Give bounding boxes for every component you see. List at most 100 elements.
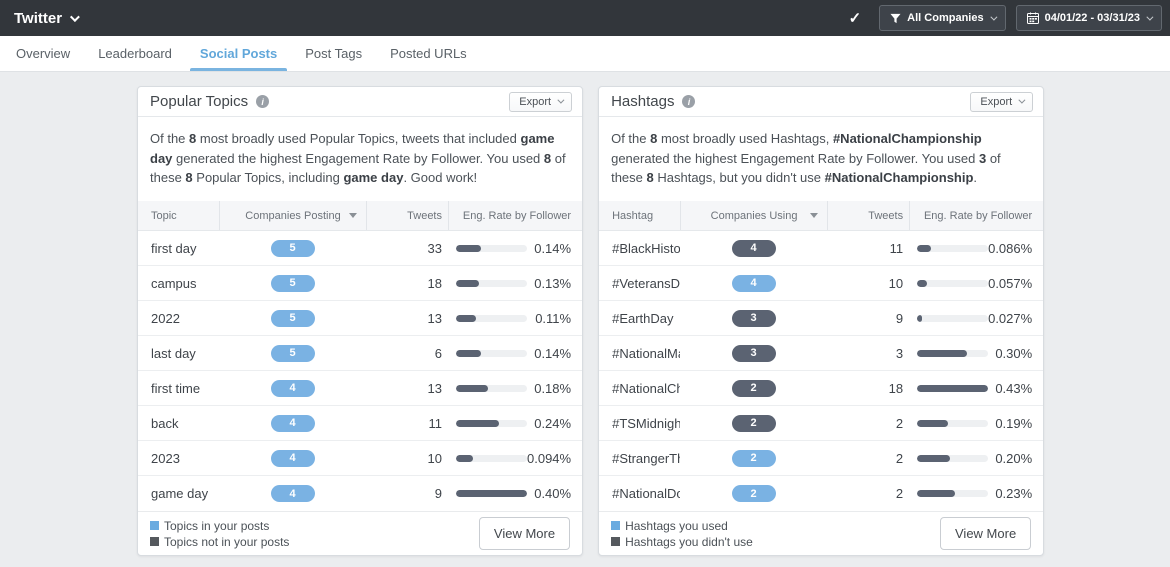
export-button[interactable]: Export	[509, 91, 573, 112]
eng-rate-bar	[917, 314, 989, 322]
chevron-down-icon	[1146, 13, 1154, 21]
column-header-tweets: Tweets	[366, 201, 448, 230]
row-label: #VeteransDay	[612, 275, 681, 291]
tab-label: Posted URLs	[390, 46, 467, 61]
eng-rate-value: 0.027%	[988, 310, 1033, 326]
eng-rate-value: 0.23%	[995, 486, 1033, 501]
check-icon[interactable]: ✓	[849, 9, 862, 27]
column-header-eng-rate: Eng. Rate by Follower	[909, 201, 1043, 230]
eng-rate-bar-fill	[456, 419, 499, 427]
row-label: 2023	[151, 450, 180, 466]
eng-rate-bar-fill	[456, 349, 481, 357]
table-row: #NationalMascotDay 3 3 0.30%	[599, 336, 1044, 371]
card-description: Of the 8 most broadly used Hashtags, #Na…	[611, 131, 1001, 185]
companies-count-pill: 2	[731, 449, 776, 467]
eng-rate-bar	[456, 279, 527, 287]
card-description: Of the 8 most broadly used Popular Topic…	[150, 131, 566, 185]
row-label: #NationalChampionship	[612, 380, 681, 396]
table-row: 2023 4 10 0.094%	[138, 441, 583, 476]
tab-label: Leaderboard	[98, 46, 172, 61]
column-header-topic: Topic	[151, 209, 177, 222]
companies-count-pill: 5	[270, 309, 315, 327]
card-title: Popular Topics	[150, 93, 249, 110]
tweets-count: 18	[427, 275, 442, 291]
row-label: #TSMidnighTS	[612, 415, 681, 431]
export-button[interactable]: Export	[970, 91, 1034, 112]
eng-rate-value: 0.20%	[995, 450, 1033, 466]
tweets-count: 18	[888, 380, 904, 396]
eng-rate-bar-fill	[917, 490, 956, 497]
eng-rate-bar-fill	[456, 490, 527, 497]
eng-rate-bar-fill	[917, 454, 951, 462]
main-content: Popular Topics i Export Of the 8 most br…	[0, 72, 1170, 567]
legend-swatch-dark	[150, 537, 159, 546]
eng-rate-bar	[456, 454, 527, 462]
export-label: Export	[519, 95, 552, 108]
tweets-count: 2	[895, 415, 904, 431]
chevron-down-icon	[70, 11, 80, 22]
eng-rate-bar-fill	[917, 384, 989, 392]
table-row: campus 5 18 0.13%	[138, 266, 583, 301]
tweets-count: 10	[427, 450, 442, 466]
eng-rate-bar	[456, 490, 527, 497]
tab-posted-urls[interactable]: Posted URLs	[376, 36, 481, 71]
info-icon[interactable]: i	[682, 95, 696, 108]
eng-rate-bar	[917, 419, 989, 427]
eng-rate-value: 0.057%	[988, 275, 1033, 291]
tweets-count: 3	[895, 345, 904, 361]
hashtags-table-body: #BlackHistoryMonth 4 11 0.086% #Veterans…	[599, 231, 1044, 511]
eng-rate-bar-fill	[917, 314, 922, 322]
tweets-count: 13	[427, 380, 442, 396]
table-row: #StrangerThings 2 2 0.20%	[599, 441, 1044, 476]
table-row: #TSMidnighTS 2 2 0.19%	[599, 406, 1044, 441]
table-row: #NationalChampionship 2 18 0.43%	[599, 371, 1044, 406]
tab-overview[interactable]: Overview	[2, 36, 84, 71]
date-range-button[interactable]: 04/01/22 - 03/31/23	[1015, 5, 1162, 31]
view-more-button[interactable]: View More	[478, 517, 571, 550]
column-header-companies-posting[interactable]: Companies Posting	[219, 201, 366, 230]
row-label: back	[151, 415, 179, 431]
row-label: game day	[151, 486, 209, 501]
row-label: #EarthDay	[612, 310, 674, 326]
eng-rate-value: 0.43%	[995, 380, 1033, 396]
eng-rate-bar-fill	[917, 279, 927, 287]
companies-count-pill: 2	[731, 379, 776, 397]
legend-item: Topics in your posts	[150, 519, 289, 533]
row-label: last day	[151, 345, 196, 361]
sort-caret-icon[interactable]	[349, 213, 357, 218]
view-more-button[interactable]: View More	[940, 517, 1032, 550]
eng-rate-bar-fill	[456, 244, 481, 252]
row-label: first time	[151, 380, 201, 396]
table-header: Topic Companies Posting Tweets Eng. Rate…	[138, 201, 583, 231]
tab-label: Post Tags	[305, 46, 363, 61]
workspace-selector[interactable]: Twitter	[14, 10, 80, 27]
tweets-count: 11	[428, 415, 443, 431]
tab-leaderboard[interactable]: Leaderboard	[84, 36, 186, 71]
tab-post-tags[interactable]: Post Tags	[291, 36, 376, 71]
eng-rate-bar-fill	[456, 314, 476, 322]
table-header: Hashtag Companies Using Tweets Eng. Rate…	[599, 201, 1044, 231]
eng-rate-value: 0.18%	[534, 380, 572, 396]
chevron-down-icon	[989, 13, 998, 21]
eng-rate-bar	[917, 454, 989, 462]
eng-rate-value: 0.13%	[534, 275, 572, 291]
info-icon[interactable]: i	[256, 95, 270, 108]
eng-rate-bar	[456, 384, 527, 392]
eng-rate-value: 0.19%	[995, 415, 1033, 431]
sort-caret-icon[interactable]	[810, 213, 819, 218]
companies-count-pill: 5	[270, 239, 315, 257]
card-footer: Topics in your posts Topics not in your …	[138, 511, 583, 555]
companies-filter-button[interactable]: All Companies	[879, 5, 1006, 31]
companies-count-pill: 5	[270, 344, 315, 362]
table-row: first day 5 33 0.14%	[138, 231, 583, 266]
legend-swatch-blue	[150, 521, 159, 530]
eng-rate-bar-fill	[456, 384, 488, 392]
table-row: #BlackHistoryMonth 4 11 0.086%	[599, 231, 1044, 266]
table-row: back 4 11 0.24%	[138, 406, 583, 441]
eng-rate-bar	[456, 244, 527, 252]
companies-count-pill: 4	[270, 414, 315, 432]
tab-social-posts[interactable]: Social Posts	[186, 36, 291, 71]
eng-rate-bar	[917, 244, 989, 252]
column-header-companies-using[interactable]: Companies Using	[680, 201, 827, 230]
legend-label: Hashtags you used	[625, 518, 728, 533]
